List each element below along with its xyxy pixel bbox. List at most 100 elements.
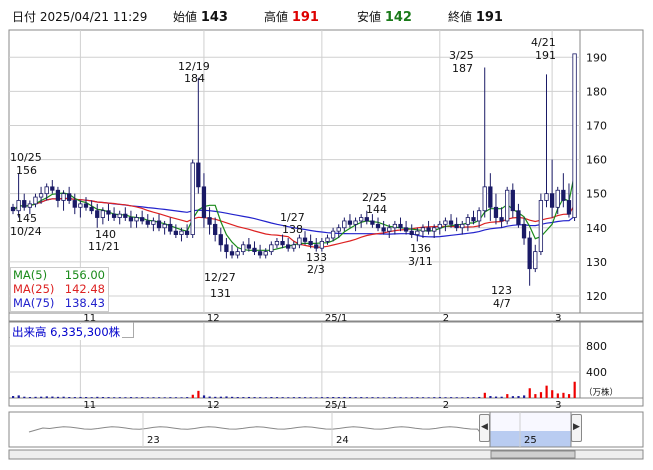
annotation-136: 136 bbox=[410, 242, 431, 255]
volume-bar bbox=[79, 396, 82, 398]
volume-bar bbox=[511, 396, 515, 398]
volume-bar bbox=[466, 397, 470, 398]
volume-bar bbox=[433, 397, 436, 398]
volume-bar bbox=[556, 393, 559, 398]
candle-body bbox=[465, 217, 471, 225]
volume-bar bbox=[124, 397, 127, 398]
candle-body bbox=[471, 217, 476, 222]
volume-bar bbox=[365, 397, 368, 398]
ma5-value: 156.00 bbox=[64, 268, 105, 282]
candle-body bbox=[555, 189, 560, 208]
volume-bar bbox=[259, 397, 262, 398]
candle-body bbox=[140, 217, 145, 222]
annotation-138: 138 bbox=[282, 223, 303, 236]
candle-body bbox=[488, 186, 493, 208]
volume-bar bbox=[174, 397, 178, 398]
volume-bar bbox=[320, 397, 324, 398]
candle-body bbox=[22, 200, 27, 208]
volume-bar bbox=[85, 397, 88, 398]
volume-bar bbox=[118, 397, 121, 398]
candle-body bbox=[387, 227, 392, 232]
candle-body bbox=[460, 223, 465, 229]
candle-body bbox=[364, 217, 369, 222]
candle-body bbox=[572, 53, 577, 218]
candle-body bbox=[218, 234, 223, 246]
stock-chart[interactable]: 1201301401501601701801901111121225/125/1… bbox=[0, 0, 653, 470]
date-tick-label: 3 bbox=[555, 313, 561, 324]
candle-body bbox=[274, 240, 280, 246]
volume-bar bbox=[28, 397, 32, 398]
volume-bar bbox=[186, 397, 189, 398]
volume-bar bbox=[281, 397, 284, 398]
volume-bar bbox=[405, 397, 408, 398]
ma5-label: MA(5) bbox=[13, 268, 48, 282]
volume-date-tick-label: 11 bbox=[83, 400, 96, 411]
volume-bar bbox=[287, 397, 290, 398]
candle-body bbox=[27, 203, 32, 208]
chevron-left-icon: ◀ bbox=[481, 422, 488, 432]
annotation-3-11: 3/11 bbox=[408, 255, 433, 268]
scroll-left-handle[interactable]: ◀ bbox=[479, 414, 490, 442]
volume-bar bbox=[129, 397, 133, 398]
candle-body bbox=[78, 203, 83, 208]
annotation-145: 145 bbox=[16, 212, 37, 225]
volume-bar bbox=[225, 396, 228, 398]
volume-bar bbox=[534, 394, 537, 398]
candle-body bbox=[207, 217, 212, 225]
volume-bar bbox=[551, 390, 554, 398]
volume-unit-label: （万株） bbox=[584, 387, 618, 398]
candle-body bbox=[145, 220, 150, 225]
candle-body bbox=[291, 244, 296, 249]
volume-bar bbox=[315, 397, 318, 398]
candle-body bbox=[426, 227, 431, 232]
candle-body bbox=[38, 193, 44, 198]
candle-body bbox=[375, 223, 381, 229]
ma25-legend: MA(25) 142.48 bbox=[11, 282, 108, 296]
volume-bar bbox=[427, 397, 430, 398]
volume-bar bbox=[152, 397, 155, 398]
scroll-right-handle[interactable]: ▶ bbox=[571, 414, 582, 442]
candle-body bbox=[184, 230, 190, 235]
volume-bar bbox=[197, 390, 200, 398]
candle-body bbox=[538, 200, 544, 253]
volume-bar bbox=[40, 396, 43, 398]
candle-body bbox=[314, 244, 319, 249]
candle-body bbox=[100, 210, 105, 218]
volume-bar bbox=[450, 397, 453, 398]
candle-body bbox=[493, 206, 499, 218]
volume-bar bbox=[416, 397, 419, 398]
volume-bar bbox=[444, 397, 447, 398]
volume-bar bbox=[506, 394, 509, 398]
candle-body bbox=[448, 220, 454, 225]
candle-body bbox=[359, 217, 364, 222]
candle-body bbox=[117, 213, 122, 218]
candle-body bbox=[151, 220, 156, 225]
volume-bar bbox=[169, 397, 172, 398]
volume-bar bbox=[270, 397, 273, 398]
annotation-191: 191 bbox=[535, 49, 556, 62]
volume-bar bbox=[12, 396, 15, 398]
overview-year-label: 23 bbox=[147, 435, 160, 446]
candle-body bbox=[302, 237, 308, 242]
ma25-value: 142.48 bbox=[64, 282, 105, 296]
volume-bar bbox=[90, 397, 93, 398]
volume-bar bbox=[517, 396, 520, 398]
candle-body bbox=[544, 193, 549, 201]
annotation-4-21: 4/21 bbox=[531, 36, 556, 49]
volume-bar bbox=[202, 395, 206, 398]
annotation-4-7: 4/7 bbox=[493, 297, 511, 310]
annotation-10-24: 10/24 bbox=[10, 225, 42, 238]
candle-body bbox=[398, 223, 403, 229]
candle-body bbox=[347, 220, 353, 225]
volume-bar bbox=[231, 396, 234, 398]
candle-body bbox=[308, 240, 313, 246]
volume-bar bbox=[214, 396, 217, 398]
candle-body bbox=[128, 217, 134, 222]
candle-body bbox=[454, 223, 459, 229]
candle-body bbox=[111, 213, 117, 218]
annotation-187: 187 bbox=[452, 62, 473, 75]
volume-bar bbox=[247, 396, 251, 398]
volume-value: 6,335,300株 bbox=[50, 325, 121, 339]
candle-body bbox=[89, 206, 94, 212]
annotation-3-25: 3/25 bbox=[449, 49, 474, 62]
